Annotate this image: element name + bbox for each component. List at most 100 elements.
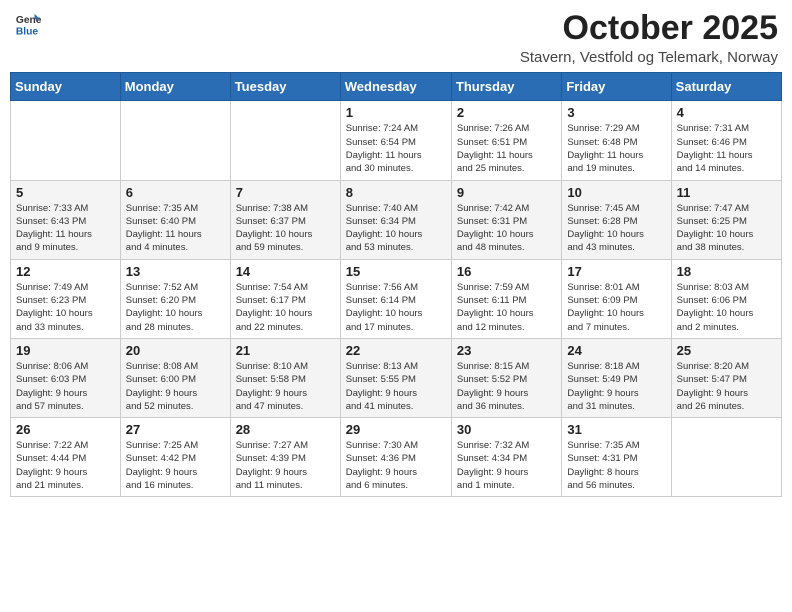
svg-text:General: General (16, 15, 42, 26)
day-info: Sunrise: 7:40 AM Sunset: 6:34 PM Dayligh… (346, 202, 446, 255)
day-number: 1 (346, 105, 446, 120)
calendar-cell: 9 Sunrise: 7:42 AM Sunset: 6:31 PM Daylig… (451, 180, 561, 259)
logo-icon: General Blue (14, 10, 42, 38)
day-info: Sunrise: 7:42 AM Sunset: 6:31 PM Dayligh… (457, 202, 556, 255)
calendar-cell: 29 Sunrise: 7:30 AM Sunset: 4:36 PM Dayli… (340, 418, 451, 497)
calendar-cell: 4Sunrise: 7:31 AM Sunset: 6:46 PM Daylig… (671, 101, 781, 180)
weekday-header: Wednesday (340, 73, 451, 101)
day-info: Sunrise: 7:26 AM Sunset: 6:51 PM Dayligh… (457, 122, 556, 175)
title-block: October 2025 Stavern, Vestfold og Telema… (520, 10, 778, 66)
calendar-week-row: 5 Sunrise: 7:33 AM Sunset: 6:43 PM Daylig… (11, 180, 782, 259)
day-number: 9 (457, 185, 556, 200)
day-info: Sunrise: 8:15 AM Sunset: 5:52 PM Dayligh… (457, 360, 556, 413)
day-number: 15 (346, 264, 446, 279)
calendar-cell: 27 Sunrise: 7:25 AM Sunset: 4:42 PM Dayli… (120, 418, 230, 497)
calendar-cell (230, 101, 340, 180)
calendar-cell: 21 Sunrise: 8:10 AM Sunset: 5:58 PM Dayli… (230, 338, 340, 417)
day-number: 30 (457, 422, 556, 437)
calendar-cell (120, 101, 230, 180)
day-number: 8 (346, 185, 446, 200)
day-info: Sunrise: 7:30 AM Sunset: 4:36 PM Dayligh… (346, 439, 446, 492)
day-number: 22 (346, 343, 446, 358)
day-info: Sunrise: 7:25 AM Sunset: 4:42 PM Dayligh… (126, 439, 225, 492)
day-info: Sunrise: 8:01 AM Sunset: 6:09 PM Dayligh… (567, 281, 665, 334)
day-info: Sunrise: 7:31 AM Sunset: 6:46 PM Dayligh… (677, 122, 776, 175)
day-number: 6 (126, 185, 225, 200)
calendar-week-row: 1 Sunrise: 7:24 AM Sunset: 6:54 PM Daylig… (11, 101, 782, 180)
calendar-cell: 30Sunrise: 7:32 AM Sunset: 4:34 PM Dayli… (451, 418, 561, 497)
calendar-cell: 14Sunrise: 7:54 AM Sunset: 6:17 PM Dayli… (230, 259, 340, 338)
calendar-cell: 17 Sunrise: 8:01 AM Sunset: 6:09 PM Dayli… (562, 259, 671, 338)
calendar-cell: 10 Sunrise: 7:45 AM Sunset: 6:28 PM Dayli… (562, 180, 671, 259)
calendar-cell: 24 Sunrise: 8:18 AM Sunset: 5:49 PM Dayli… (562, 338, 671, 417)
calendar-cell: 13Sunrise: 7:52 AM Sunset: 6:20 PM Dayli… (120, 259, 230, 338)
day-info: Sunrise: 8:10 AM Sunset: 5:58 PM Dayligh… (236, 360, 335, 413)
weekday-header-row: SundayMondayTuesdayWednesdayThursdayFrid… (11, 73, 782, 101)
day-info: Sunrise: 8:06 AM Sunset: 6:03 PM Dayligh… (16, 360, 115, 413)
day-info: Sunrise: 8:08 AM Sunset: 6:00 PM Dayligh… (126, 360, 225, 413)
svg-text:Blue: Blue (16, 26, 39, 37)
calendar-cell: 1 Sunrise: 7:24 AM Sunset: 6:54 PM Daylig… (340, 101, 451, 180)
calendar-cell: 12 Sunrise: 7:49 AM Sunset: 6:23 PM Dayli… (11, 259, 121, 338)
day-number: 24 (567, 343, 665, 358)
day-info: Sunrise: 7:35 AM Sunset: 4:31 PM Dayligh… (567, 439, 665, 492)
calendar-table: SundayMondayTuesdayWednesdayThursdayFrid… (10, 72, 782, 497)
day-number: 20 (126, 343, 225, 358)
day-info: Sunrise: 8:13 AM Sunset: 5:55 PM Dayligh… (346, 360, 446, 413)
day-info: Sunrise: 8:03 AM Sunset: 6:06 PM Dayligh… (677, 281, 776, 334)
calendar-cell: 15 Sunrise: 7:56 AM Sunset: 6:14 PM Dayli… (340, 259, 451, 338)
weekday-header: Monday (120, 73, 230, 101)
day-info: Sunrise: 7:29 AM Sunset: 6:48 PM Dayligh… (567, 122, 665, 175)
calendar-week-row: 26 Sunrise: 7:22 AM Sunset: 4:44 PM Dayli… (11, 418, 782, 497)
calendar-cell (11, 101, 121, 180)
day-number: 27 (126, 422, 225, 437)
day-number: 28 (236, 422, 335, 437)
day-number: 17 (567, 264, 665, 279)
calendar-cell: 28 Sunrise: 7:27 AM Sunset: 4:39 PM Dayli… (230, 418, 340, 497)
day-number: 19 (16, 343, 115, 358)
day-number: 7 (236, 185, 335, 200)
day-info: Sunrise: 7:45 AM Sunset: 6:28 PM Dayligh… (567, 202, 665, 255)
day-number: 13 (126, 264, 225, 279)
day-info: Sunrise: 8:18 AM Sunset: 5:49 PM Dayligh… (567, 360, 665, 413)
day-info: Sunrise: 7:47 AM Sunset: 6:25 PM Dayligh… (677, 202, 776, 255)
calendar-cell: 18 Sunrise: 8:03 AM Sunset: 6:06 PM Dayli… (671, 259, 781, 338)
day-number: 16 (457, 264, 556, 279)
weekday-header: Saturday (671, 73, 781, 101)
day-info: Sunrise: 7:33 AM Sunset: 6:43 PM Dayligh… (16, 202, 115, 255)
calendar-cell: 26 Sunrise: 7:22 AM Sunset: 4:44 PM Dayli… (11, 418, 121, 497)
day-number: 11 (677, 185, 776, 200)
day-number: 12 (16, 264, 115, 279)
calendar-cell: 31 Sunrise: 7:35 AM Sunset: 4:31 PM Dayli… (562, 418, 671, 497)
day-info: Sunrise: 7:22 AM Sunset: 4:44 PM Dayligh… (16, 439, 115, 492)
day-number: 10 (567, 185, 665, 200)
day-number: 5 (16, 185, 115, 200)
calendar-cell: 23 Sunrise: 8:15 AM Sunset: 5:52 PM Dayli… (451, 338, 561, 417)
day-info: Sunrise: 7:49 AM Sunset: 6:23 PM Dayligh… (16, 281, 115, 334)
day-info: Sunrise: 7:24 AM Sunset: 6:54 PM Dayligh… (346, 122, 446, 175)
day-info: Sunrise: 7:27 AM Sunset: 4:39 PM Dayligh… (236, 439, 335, 492)
day-number: 26 (16, 422, 115, 437)
day-info: Sunrise: 8:20 AM Sunset: 5:47 PM Dayligh… (677, 360, 776, 413)
day-number: 3 (567, 105, 665, 120)
day-number: 29 (346, 422, 446, 437)
day-number: 21 (236, 343, 335, 358)
calendar-cell: 2 Sunrise: 7:26 AM Sunset: 6:51 PM Daylig… (451, 101, 561, 180)
day-info: Sunrise: 7:56 AM Sunset: 6:14 PM Dayligh… (346, 281, 446, 334)
calendar-cell: 11 Sunrise: 7:47 AM Sunset: 6:25 PM Dayli… (671, 180, 781, 259)
calendar-location: Stavern, Vestfold og Telemark, Norway (520, 49, 778, 66)
day-number: 31 (567, 422, 665, 437)
calendar-title: October 2025 (520, 10, 778, 47)
calendar-cell: 20 Sunrise: 8:08 AM Sunset: 6:00 PM Dayli… (120, 338, 230, 417)
day-number: 2 (457, 105, 556, 120)
day-number: 14 (236, 264, 335, 279)
calendar-cell: 5 Sunrise: 7:33 AM Sunset: 6:43 PM Daylig… (11, 180, 121, 259)
calendar-week-row: 12 Sunrise: 7:49 AM Sunset: 6:23 PM Dayli… (11, 259, 782, 338)
calendar-cell: 19 Sunrise: 8:06 AM Sunset: 6:03 PM Dayli… (11, 338, 121, 417)
weekday-header: Tuesday (230, 73, 340, 101)
calendar-cell (671, 418, 781, 497)
weekday-header: Thursday (451, 73, 561, 101)
day-number: 23 (457, 343, 556, 358)
day-number: 18 (677, 264, 776, 279)
calendar-cell: 22 Sunrise: 8:13 AM Sunset: 5:55 PM Dayli… (340, 338, 451, 417)
